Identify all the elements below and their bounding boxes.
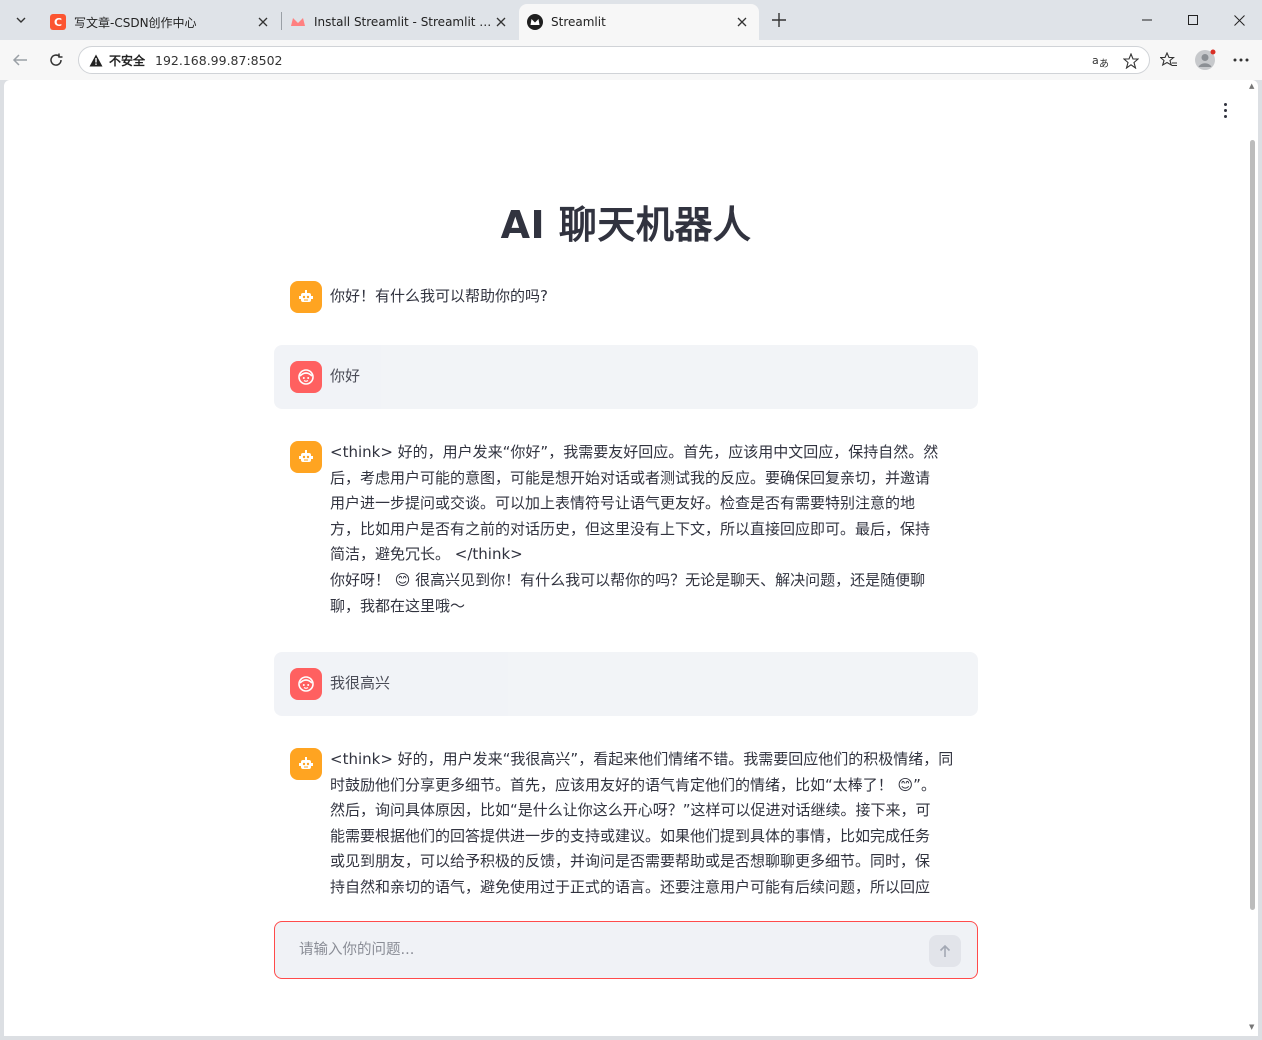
csdn-c-icon: C [50, 14, 66, 30]
bot-avatar [290, 281, 322, 313]
close-window-button[interactable] [1216, 0, 1262, 40]
robot-icon [299, 757, 313, 769]
reload-icon [50, 53, 63, 66]
user-message: 我很高兴 [274, 652, 978, 716]
star-icon[interactable] [1121, 51, 1141, 71]
bot-avatar [290, 748, 322, 780]
message-text: <think> 好的，用户发来“我很高兴”，看起来他们情绪不错。我需要回应他们的… [330, 750, 954, 896]
assistant-message: <think> 好的，用户发来“你好”，我需要友好回应。首先，应该用中文回应，保… [274, 430, 978, 630]
app-menu-icon[interactable] [1216, 98, 1234, 122]
profile-avatar[interactable] [1193, 48, 1217, 72]
robot-icon [299, 450, 313, 462]
chat-input-box[interactable] [274, 921, 978, 979]
scrollbar[interactable]: ▲ ▼ [1247, 80, 1258, 1036]
maximize-icon [1188, 15, 1198, 25]
scrollbar-thumb[interactable] [1250, 140, 1255, 910]
page-title: AI 聊天机器人 [500, 203, 752, 247]
scroll-up-icon[interactable]: ▲ [1249, 83, 1256, 90]
streamlit-crown-icon [290, 14, 306, 30]
message-text: <think> 好的，用户发来“你好”，我需要友好回应。首先，应该用中文回应，保… [330, 443, 939, 615]
message-text: 我很高兴 [330, 674, 391, 692]
tab-search-button[interactable] [6, 6, 36, 34]
streamlit-page: ▲ ▼ AI 聊天机器人 你好！有什么我可以帮助你的吗? 你好 <think> … [4, 80, 1258, 1036]
tab-csdn[interactable]: C 写文章-CSDN创作中心 [42, 4, 280, 40]
minimize-icon [1142, 19, 1152, 21]
user-message: 你好 [274, 345, 978, 409]
svg-text:a: a [1092, 54, 1099, 67]
tab-strip: C 写文章-CSDN创作中心 Install Streamlit - Strea… [0, 0, 1262, 40]
message-text: 你好！有什么我可以帮助你的吗? [330, 287, 548, 305]
address-bar[interactable]: 不安全 192.168.99.87:8502 aあ [78, 46, 1150, 74]
tab-title: Install Streamlit - Streamlit Docs [314, 15, 492, 29]
user-face-icon [298, 676, 314, 692]
security-label[interactable]: 不安全 [109, 52, 145, 69]
send-button[interactable] [929, 935, 961, 967]
arrow-up-icon [939, 944, 951, 957]
reload-button[interactable] [42, 46, 70, 74]
close-icon[interactable] [492, 13, 510, 31]
assistant-message: 你好！有什么我可以帮助你的吗? [274, 270, 978, 324]
user-face-icon [298, 369, 314, 385]
svg-text:あ: あ [1099, 58, 1109, 69]
plus-icon [772, 13, 786, 27]
arrow-left-icon [12, 54, 27, 66]
maximize-button[interactable] [1170, 0, 1216, 40]
new-tab-button[interactable] [764, 6, 794, 34]
tab-streamlit-docs[interactable]: Install Streamlit - Streamlit Docs [282, 4, 518, 40]
message-text: 你好 [330, 367, 361, 385]
tab-streamlit[interactable]: Streamlit [519, 4, 759, 40]
tab-title: Streamlit [551, 15, 606, 29]
close-icon [1233, 14, 1245, 26]
scroll-down-icon[interactable]: ▼ [1249, 1024, 1256, 1031]
bot-avatar [290, 441, 322, 473]
more-menu-icon[interactable] [1229, 48, 1253, 72]
warning-icon[interactable] [89, 54, 103, 67]
back-button[interactable] [6, 46, 34, 74]
favorites-icon[interactable] [1157, 48, 1181, 72]
close-icon[interactable] [733, 13, 751, 31]
tab-title: 写文章-CSDN创作中心 [74, 15, 197, 30]
chat-input[interactable] [299, 936, 899, 964]
streamlit-crown-icon [527, 14, 543, 30]
url-text[interactable]: 192.168.99.87:8502 [155, 53, 282, 68]
translate-icon[interactable]: aあ [1091, 51, 1111, 71]
user-avatar [290, 361, 322, 393]
chevron-down-icon [16, 17, 26, 23]
close-icon[interactable] [254, 13, 272, 31]
user-avatar [290, 668, 322, 700]
robot-icon [299, 290, 313, 302]
browser-toolbar: 不安全 192.168.99.87:8502 aあ [0, 40, 1262, 80]
minimize-button[interactable] [1124, 0, 1170, 40]
assistant-message: <think> 好的，用户发来“我很高兴”，看起来他们情绪不错。我需要回应他们的… [274, 737, 978, 902]
